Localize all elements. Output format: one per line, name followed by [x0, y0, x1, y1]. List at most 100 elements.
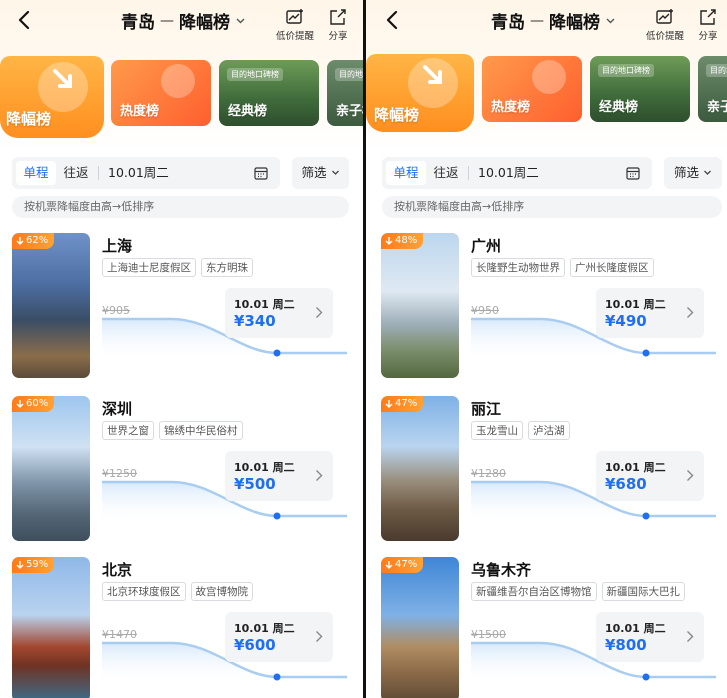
attraction-tag[interactable]: 锦绣中华民俗村: [159, 421, 243, 440]
filter-row: 单程 往返 10.01周二 筛选: [12, 157, 349, 189]
board-tab-label: 降幅榜: [6, 110, 52, 128]
price-alert-button[interactable]: 低价提醒: [276, 8, 314, 42]
city-photo[interactable]: 47%: [381, 557, 459, 698]
board-tab-label: 经典榜: [599, 100, 639, 115]
down-arrow-icon: [385, 400, 393, 408]
board-tab-label: 亲子榜: [336, 104, 363, 119]
attraction-tag[interactable]: 新疆国际大巴扎: [601, 582, 685, 601]
destination-card[interactable]: 48% 广州 长隆野生动物世界 广州长隆度假区 ¥950 10.01 周二 ¥49…: [381, 233, 721, 381]
board-tab-label: 亲子榜: [707, 100, 727, 115]
attraction-tag[interactable]: 长隆野生动物世界: [471, 258, 565, 277]
attraction-tag[interactable]: 新疆维吾尔自治区博物馆: [471, 582, 597, 601]
origin-city: 青岛: [121, 13, 155, 33]
city-photo[interactable]: 59%: [12, 557, 90, 698]
current-price: ¥500: [234, 475, 276, 493]
price-alert-icon: [286, 9, 303, 24]
trip-selector: 单程 往返 10.01周二: [12, 157, 280, 189]
date-selector[interactable]: 10.01周二: [478, 157, 539, 189]
board-badge: 目的地口碑榜: [227, 68, 283, 81]
price-alert-button[interactable]: 低价提醒: [646, 8, 684, 42]
current-price: ¥680: [605, 475, 647, 493]
price-button[interactable]: 10.01 周二 ¥490: [596, 288, 704, 338]
separator: [468, 166, 469, 180]
share-label: 分享: [698, 31, 718, 42]
price-button[interactable]: 10.01 周二 ¥600: [225, 612, 333, 662]
share-button[interactable]: 分享: [328, 8, 348, 42]
down-arrow-icon: [423, 65, 442, 84]
attraction-tags: 长隆野生动物世界 广州长隆度假区: [471, 258, 654, 277]
city-photo[interactable]: 60%: [12, 396, 90, 541]
board-tab-label: 经典榜: [228, 104, 268, 119]
top-bar: 青岛 — 降幅榜 低价提醒 分享: [0, 0, 363, 42]
one-way-tab[interactable]: 单程: [386, 161, 426, 185]
destination-card[interactable]: 62% 上海 上海迪士尼度假区 东方明珠 ¥905 10.01 周二 ¥340: [12, 233, 352, 381]
board-tab-family[interactable]: 目的地口碑榜 亲子榜: [327, 60, 363, 126]
discount-percent: 59%: [26, 559, 49, 570]
destination-card[interactable]: 60% 深圳 世界之窗 锦绣中华民俗村 ¥1250 10.01 周二 ¥500: [12, 396, 352, 544]
current-price: ¥340: [234, 312, 276, 330]
round-trip-tab[interactable]: 往返: [426, 161, 466, 185]
board-tab-hot[interactable]: 热度榜: [482, 56, 582, 122]
city-photo[interactable]: 47%: [381, 396, 459, 541]
board-tab-hot[interactable]: 热度榜: [111, 60, 211, 126]
sort-tip: 按机票降幅度由高→低排序: [382, 196, 722, 218]
city-photo[interactable]: 62%: [12, 233, 90, 378]
attraction-tags: 玉龙雪山 泸沽湖: [471, 421, 570, 440]
back-arrow-icon[interactable]: [14, 9, 36, 31]
current-price: ¥800: [605, 636, 647, 654]
attraction-tag[interactable]: 泸沽湖: [528, 421, 570, 440]
attraction-tag[interactable]: 东方明珠: [201, 258, 253, 277]
city-name[interactable]: 上海: [102, 235, 132, 256]
chevron-down-icon: [606, 18, 615, 24]
board-tab-classic[interactable]: 目的地口碑榜 经典榜: [590, 56, 690, 122]
board-tab-family[interactable]: 目的地口碑榜 亲子榜: [698, 56, 727, 122]
filter-button[interactable]: 筛选: [664, 157, 722, 189]
flight-date: 10.01 周二: [234, 461, 295, 474]
price-button[interactable]: 10.01 周二 ¥500: [225, 451, 333, 501]
destination-card[interactable]: 59% 北京 北京环球度假区 故宫博物院 ¥1470 10.01 周二 ¥600: [12, 557, 352, 698]
city-name[interactable]: 深圳: [102, 398, 132, 419]
board-tab-classic[interactable]: 目的地口碑榜 经典榜: [219, 60, 319, 126]
share-button[interactable]: 分享: [698, 8, 718, 42]
calendar-icon[interactable]: [254, 166, 268, 180]
attraction-tag[interactable]: 北京环球度假区: [102, 582, 186, 601]
city-name[interactable]: 广州: [471, 235, 501, 256]
share-icon: [700, 9, 716, 25]
separator: [98, 166, 99, 180]
city-name[interactable]: 乌鲁木齐: [471, 559, 531, 580]
filter-button[interactable]: 筛选: [292, 157, 349, 189]
price-button[interactable]: 10.01 周二 ¥340: [225, 288, 333, 338]
calendar-icon[interactable]: [626, 166, 640, 180]
destination-card[interactable]: 47% 丽江 玉龙雪山 泸沽湖 ¥1280 10.01 周二 ¥680: [381, 396, 721, 544]
attraction-tag[interactable]: 上海迪士尼度假区: [102, 258, 196, 277]
flight-date: 10.01 周二: [234, 298, 295, 311]
attraction-tags: 北京环球度假区 故宫博物院: [102, 582, 253, 601]
board-tab-decline[interactable]: 降幅榜: [0, 56, 104, 138]
price-button[interactable]: 10.01 周二 ¥800: [596, 612, 704, 662]
round-trip-tab[interactable]: 往返: [56, 161, 96, 185]
discount-percent: 48%: [395, 235, 418, 246]
attraction-tag[interactable]: 故宫博物院: [190, 582, 253, 601]
page-title[interactable]: 青岛 — 降幅榜: [491, 8, 616, 33]
date-selector[interactable]: 10.01周二: [108, 157, 169, 189]
price-button[interactable]: 10.01 周二 ¥680: [596, 451, 704, 501]
back-arrow-icon[interactable]: [382, 9, 404, 31]
page-title[interactable]: 青岛 — 降幅榜: [121, 8, 246, 33]
down-arrow-icon: [16, 561, 24, 569]
title-separator: —: [160, 12, 174, 29]
down-arrow-icon: [385, 237, 393, 245]
one-way-tab[interactable]: 单程: [16, 161, 56, 185]
destination-card[interactable]: 47% 乌鲁木齐 新疆维吾尔自治区博物馆 新疆国际大巴扎 ¥1500 10.01 …: [381, 557, 721, 698]
top-bar: 青岛 — 降幅榜 低价提醒 分享: [366, 0, 727, 42]
price-alert-icon: [656, 9, 673, 24]
city-name[interactable]: 丽江: [471, 398, 501, 419]
attraction-tag[interactable]: 世界之窗: [102, 421, 154, 440]
chevron-down-icon: [236, 18, 245, 24]
discount-percent: 47%: [395, 398, 418, 409]
city-photo[interactable]: 48%: [381, 233, 459, 378]
attraction-tag[interactable]: 玉龙雪山: [471, 421, 523, 440]
attraction-tag[interactable]: 广州长隆度假区: [570, 258, 654, 277]
board-tab-decline[interactable]: 降幅榜: [366, 54, 474, 132]
flight-date: 10.01 周二: [234, 622, 295, 635]
city-name[interactable]: 北京: [102, 559, 132, 580]
